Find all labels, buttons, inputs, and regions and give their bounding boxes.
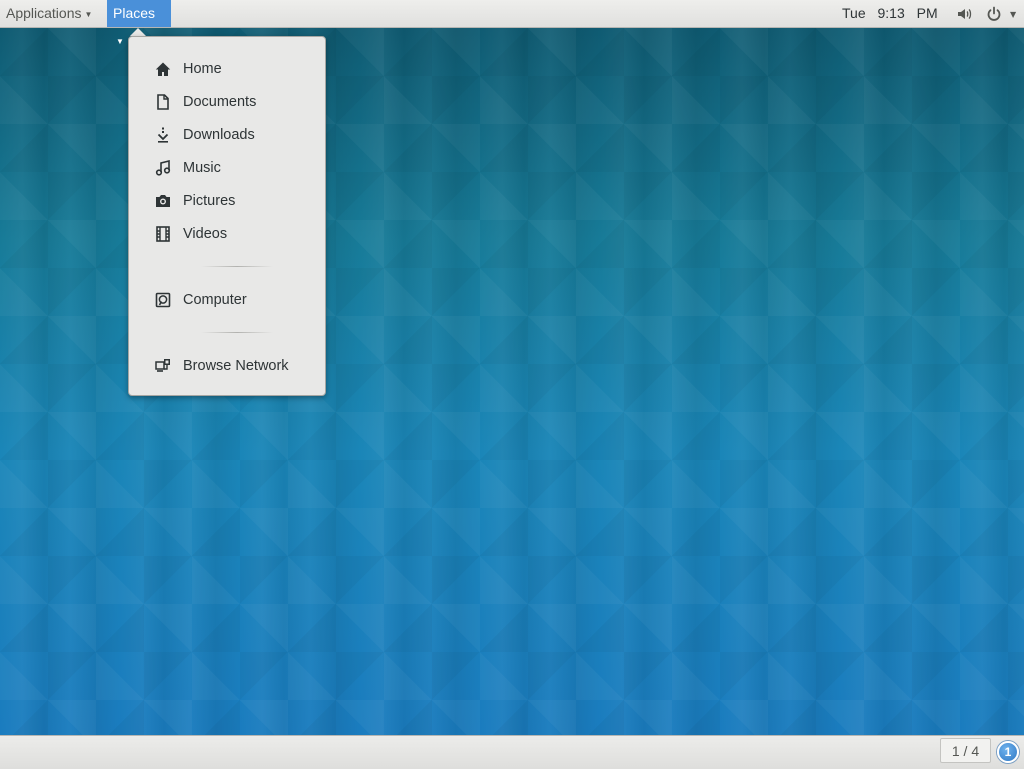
places-item-home[interactable]: Home xyxy=(129,54,325,84)
download-icon xyxy=(157,127,169,143)
places-item-videos[interactable]: Videos xyxy=(129,219,325,249)
popup-pointer xyxy=(130,28,146,36)
camera-icon xyxy=(156,195,170,207)
places-dropdown: Home Documents Downloads Music Pictures … xyxy=(128,36,326,396)
network-icon xyxy=(155,359,170,372)
places-label: Places xyxy=(113,5,156,21)
places-item-label: Documents xyxy=(183,94,257,110)
document-icon xyxy=(157,94,169,110)
notification-badge[interactable]: 1 xyxy=(997,741,1019,763)
applications-menu[interactable]: Applications ▼ xyxy=(0,0,101,27)
top-bar: Applications ▼ Places▼ Tue 9:13 PM ▼ xyxy=(0,0,1024,46)
places-item-downloads[interactable]: Downloads xyxy=(129,120,325,150)
applications-label: Applications xyxy=(6,5,82,21)
workspace-indicator[interactable]: 1 / 4 xyxy=(940,738,991,763)
places-item-pictures[interactable]: Pictures xyxy=(129,186,325,216)
music-icon xyxy=(155,160,171,176)
places-item-label: Music xyxy=(183,160,221,176)
places-item-label: Pictures xyxy=(183,193,236,209)
places-item-label: Downloads xyxy=(183,127,255,143)
places-item-music[interactable]: Music xyxy=(129,153,325,183)
home-icon xyxy=(155,62,171,76)
places-item-label: Videos xyxy=(183,226,228,242)
places-item-label: Home xyxy=(183,61,222,77)
chevron-down-icon: ▼ xyxy=(84,10,93,19)
clock[interactable]: Tue 9:13 PM xyxy=(842,0,938,27)
places-menu[interactable]: Places ▼ xyxy=(107,0,171,46)
system-menu-arrow-icon[interactable]: ▼ xyxy=(1010,0,1016,29)
separator xyxy=(201,266,273,267)
places-item-computer[interactable]: Computer xyxy=(129,285,325,315)
places-item-label: Browse Network xyxy=(183,358,289,374)
film-icon xyxy=(156,226,170,242)
separator xyxy=(201,332,273,333)
places-item-documents[interactable]: Documents xyxy=(129,87,325,117)
power-icon[interactable] xyxy=(986,6,1002,22)
bottom-bar xyxy=(0,735,1024,769)
volume-icon[interactable] xyxy=(957,6,973,22)
chevron-down-icon: ▼ xyxy=(116,37,124,46)
places-item-browse-network[interactable]: Browse Network xyxy=(129,351,325,381)
computer-icon xyxy=(155,292,171,308)
places-item-label: Computer xyxy=(183,292,247,308)
